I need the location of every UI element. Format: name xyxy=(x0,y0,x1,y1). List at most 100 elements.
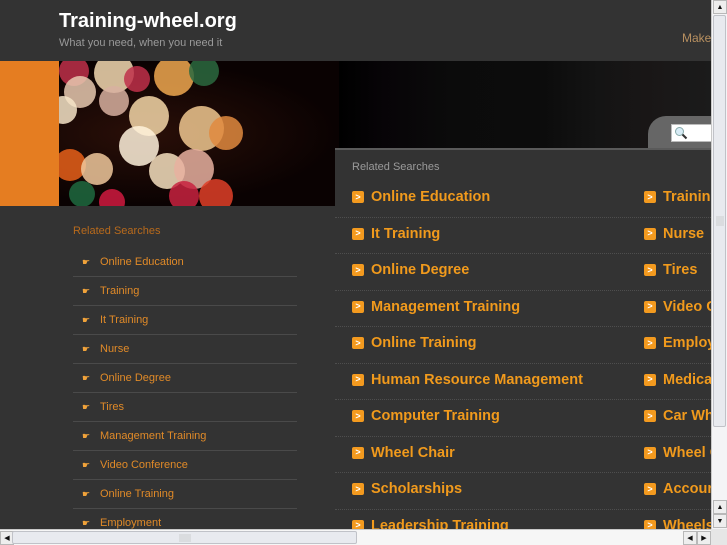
related-link[interactable]: > Human Resource Management xyxy=(352,372,583,388)
arrow-right-icon: > xyxy=(644,519,656,529)
horizontal-scroll-thumb[interactable] xyxy=(12,531,357,544)
related-link[interactable]: > Online Degree xyxy=(352,262,469,278)
panel-title: Related Searches xyxy=(352,161,440,173)
link-label[interactable]: Wheels xyxy=(663,518,711,530)
vertical-scroll-thumb[interactable] xyxy=(713,15,726,427)
horizontal-scrollbar[interactable]: ◀ ◀ ▶ xyxy=(0,529,711,545)
scroll-up-button[interactable]: ▲ xyxy=(713,0,727,14)
arrow-right-icon: > xyxy=(352,410,364,422)
link-label[interactable]: It Training xyxy=(371,226,440,242)
link-row: > Computer Training > Car Wh xyxy=(335,400,711,437)
link-label[interactable]: Wheel C xyxy=(663,445,711,461)
related-link[interactable]: > Wheels xyxy=(644,518,711,530)
related-link[interactable]: > Management Training xyxy=(352,299,520,315)
related-link[interactable]: > Accour xyxy=(644,481,711,497)
arrow-right-icon: > xyxy=(644,373,656,386)
related-link[interactable]: > Nurse xyxy=(644,226,704,242)
search-icon[interactable] xyxy=(674,126,688,140)
link-label[interactable]: Online Training xyxy=(371,335,477,351)
arrow-right-icon: > xyxy=(352,227,364,240)
link-row: > Online Training > Employ xyxy=(335,327,711,364)
sidebar-item-label[interactable]: It Training xyxy=(100,314,148,326)
arrow-right-icon: > xyxy=(644,264,656,276)
header-link[interactable]: Make xyxy=(682,31,711,45)
related-link[interactable]: > Leadership Training xyxy=(352,518,509,530)
link-label[interactable]: Computer Training xyxy=(371,408,500,424)
related-link[interactable]: > Online Training xyxy=(352,335,477,351)
related-link[interactable]: > Computer Training xyxy=(352,408,500,424)
related-link[interactable]: > Trainin xyxy=(644,189,711,205)
sidebar-item-label[interactable]: Employment xyxy=(100,517,161,529)
link-row: > Scholarships > Accour xyxy=(335,473,711,510)
link-label[interactable]: Management Training xyxy=(371,299,520,315)
sidebar-item-label[interactable]: Online Training xyxy=(100,488,174,500)
link-label[interactable]: Car Wh xyxy=(663,408,711,424)
sidebar-item[interactable]: ☛ Employment xyxy=(73,509,297,529)
scroll-left-button-right[interactable]: ◀ xyxy=(683,531,697,545)
link-label[interactable]: Trainin xyxy=(663,189,711,205)
link-label[interactable]: Human Resource Management xyxy=(371,372,583,388)
arrow-right-icon: > xyxy=(352,337,364,349)
arrow-right-icon: > xyxy=(644,446,656,459)
sidebar-item-label[interactable]: Management Training xyxy=(100,430,206,442)
pointing-hand-icon: ☛ xyxy=(82,459,91,470)
related-link[interactable]: > Wheel Chair xyxy=(352,445,455,461)
link-label[interactable]: Tires xyxy=(663,262,697,278)
pointing-hand-icon: ☛ xyxy=(82,517,91,528)
related-link[interactable]: > Online Education xyxy=(352,189,490,205)
sidebar-item[interactable]: ☛ Management Training xyxy=(73,422,297,451)
link-label[interactable]: Online Education xyxy=(371,189,490,205)
arrow-right-icon: > xyxy=(644,483,656,495)
related-link[interactable]: > Video C xyxy=(644,299,711,315)
grip-icon xyxy=(715,216,724,226)
site-header: Training-wheel.org What you need, when y… xyxy=(0,0,711,61)
sidebar-item[interactable]: ☛ Nurse xyxy=(73,335,297,364)
sidebar-list: ☛ Online Education ☛ Training ☛ It Training… xyxy=(73,248,297,529)
arrow-right-icon: > xyxy=(352,519,364,529)
related-link[interactable]: > Car Wh xyxy=(644,408,711,424)
link-label[interactable]: Accour xyxy=(663,481,711,497)
sidebar-item[interactable]: ☛ Online Training xyxy=(73,480,297,509)
sidebar-item[interactable]: ☛ Online Degree xyxy=(73,364,297,393)
site-title[interactable]: Training-wheel.org xyxy=(59,10,237,33)
arrow-right-icon: > xyxy=(352,264,364,276)
related-link[interactable]: > It Training xyxy=(352,226,440,242)
sidebar-item-label[interactable]: Online Education xyxy=(100,256,184,268)
link-label[interactable]: Online Degree xyxy=(371,262,469,278)
scroll-right-button[interactable]: ▶ xyxy=(697,531,711,545)
link-label[interactable]: Leadership Training xyxy=(371,518,509,530)
search-input[interactable] xyxy=(671,124,711,142)
related-link[interactable]: > Tires xyxy=(644,262,697,278)
scroll-up-button-lower[interactable]: ▲ xyxy=(713,500,727,514)
link-label[interactable]: Nurse xyxy=(663,226,704,242)
link-label[interactable]: Scholarships xyxy=(371,481,462,497)
sidebar-item-label[interactable]: Online Degree xyxy=(100,372,171,384)
sidebar-item[interactable]: ☛ Video Conference xyxy=(73,451,297,480)
sidebar-item-label[interactable]: Tires xyxy=(100,401,124,413)
link-label[interactable]: Employ xyxy=(663,335,711,351)
link-row: > Wheel Chair > Wheel C xyxy=(335,437,711,473)
vertical-scrollbar[interactable]: ▲ ▲ ▼ xyxy=(711,0,727,529)
related-link[interactable]: > Scholarships xyxy=(352,481,462,497)
sidebar-item-label[interactable]: Training xyxy=(100,285,139,297)
link-label[interactable]: Medica xyxy=(663,372,711,388)
banner-orange-block xyxy=(0,61,59,206)
sidebar-item[interactable]: ☛ Training xyxy=(73,277,297,306)
scroll-down-button[interactable]: ▼ xyxy=(713,514,727,528)
arrow-right-icon: > xyxy=(644,410,656,422)
sidebar-item[interactable]: ☛ Online Education xyxy=(73,248,297,277)
sidebar-item-label[interactable]: Video Conference xyxy=(100,459,188,471)
pointing-hand-icon: ☛ xyxy=(82,343,91,354)
link-row: > It Training > Nurse xyxy=(335,218,711,254)
site-tagline: What you need, when you need it xyxy=(59,37,223,49)
related-link[interactable]: > Employ xyxy=(644,335,711,351)
sidebar-item-label[interactable]: Nurse xyxy=(100,343,129,355)
related-link[interactable]: > Wheel C xyxy=(644,445,711,461)
link-label[interactable]: Wheel Chair xyxy=(371,445,455,461)
arrow-right-icon: > xyxy=(352,300,364,313)
link-row: > Online Degree > Tires xyxy=(335,254,711,291)
sidebar-item[interactable]: ☛ It Training xyxy=(73,306,297,335)
sidebar-item[interactable]: ☛ Tires xyxy=(73,393,297,422)
link-label[interactable]: Video C xyxy=(663,299,711,315)
related-link[interactable]: > Medica xyxy=(644,372,711,388)
